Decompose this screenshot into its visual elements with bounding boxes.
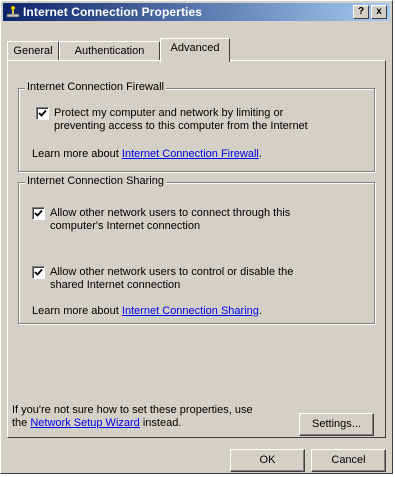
sharing-help-link[interactable]: Internet Connection Sharing — [122, 305, 259, 317]
tab-advanced[interactable]: Advanced — [160, 38, 230, 62]
sharing-group: Internet Connection Sharing Allow other … — [18, 175, 375, 324]
checkmark-icon — [34, 268, 43, 276]
settings-button[interactable]: Settings... — [299, 413, 374, 436]
sharing-connect-label-1[interactable]: Allow other network users to connect thr… — [50, 207, 290, 220]
sharing-connect-checkbox[interactable] — [32, 207, 45, 220]
sharing-control-label-1[interactable]: Allow other network users to control or … — [50, 266, 293, 279]
network-connection-icon — [6, 5, 20, 18]
firewall-learn-more: Learn more about Internet Connection Fir… — [32, 148, 262, 160]
ok-button[interactable]: OK — [230, 449, 305, 472]
learn-more-prefix: Learn more about — [32, 148, 122, 160]
close-button[interactable]: x — [371, 5, 387, 19]
wizard-hint-line-1: If you're not sure how to set these prop… — [12, 404, 253, 416]
sharing-connect-label-2[interactable]: computer's Internet connection — [50, 220, 200, 233]
checkmark-icon — [38, 109, 47, 117]
tab-authentication[interactable]: Authentication — [59, 41, 160, 61]
wizard-hint-line-2: the Network Setup Wizard instead. — [12, 417, 181, 430]
wizard-hint-suffix: instead. — [139, 417, 182, 429]
firewall-group-title: Internet Connection Firewall — [25, 81, 166, 93]
sharing-group-title: Internet Connection Sharing — [25, 175, 166, 187]
firewall-checkbox-label-2[interactable]: preventing access to this computer from … — [54, 120, 308, 133]
properties-dialog: Internet Connection Properties ? x Gener… — [0, 0, 393, 474]
sharing-control-label-2[interactable]: shared Internet connection — [50, 279, 180, 292]
tab-general[interactable]: General — [7, 41, 59, 61]
checkmark-icon — [34, 209, 43, 217]
advanced-tab-panel: Internet Connection Firewall Protect my … — [7, 60, 386, 438]
sharing-control-checkbox[interactable] — [32, 266, 45, 279]
firewall-help-link[interactable]: Internet Connection Firewall — [122, 148, 259, 160]
title-bar[interactable]: Internet Connection Properties ? x — [3, 3, 390, 21]
help-button[interactable]: ? — [353, 5, 369, 19]
window-title: Internet Connection Properties — [23, 5, 203, 19]
learn-more-suffix: . — [258, 305, 262, 317]
firewall-group: Internet Connection Firewall Protect my … — [18, 81, 375, 172]
learn-more-prefix: Learn more about — [32, 305, 122, 317]
wizard-hint-prefix: the — [12, 417, 31, 429]
cancel-button[interactable]: Cancel — [311, 449, 386, 472]
network-setup-wizard-link[interactable]: Network Setup Wizard — [30, 417, 139, 429]
sharing-learn-more: Learn more about Internet Connection Sha… — [32, 305, 262, 317]
firewall-checkbox-label-1[interactable]: Protect my computer and network by limit… — [54, 107, 283, 120]
firewall-checkbox[interactable] — [36, 107, 49, 120]
learn-more-suffix: . — [258, 148, 262, 160]
